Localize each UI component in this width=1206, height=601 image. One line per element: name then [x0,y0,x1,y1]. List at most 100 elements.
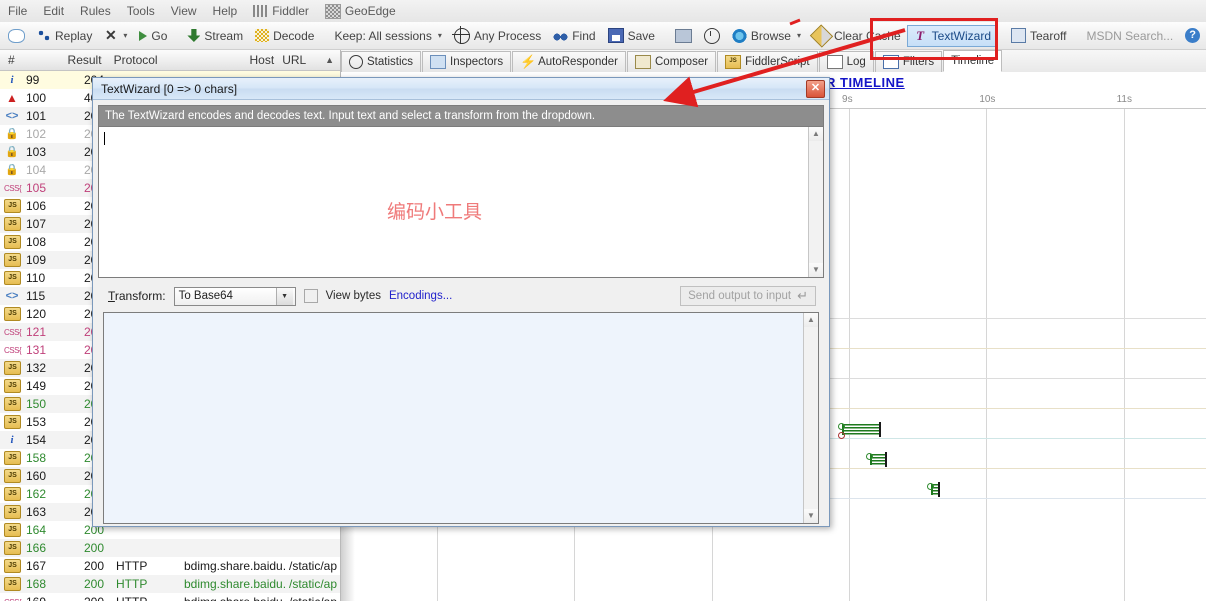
lock-icon: 🔒 [5,127,19,140]
js-icon: JS [4,307,21,321]
camera-icon [674,28,692,43]
toolbar-help-button[interactable]: ? [1179,25,1206,47]
menu-item-file[interactable]: File [0,2,35,20]
row-number: 99 [26,73,40,87]
textwizard-titlebar[interactable]: TextWizard [0 => 0 chars] ✕ [93,78,829,100]
tab-inspectors[interactable]: Inspectors [422,51,512,72]
toolbar-save-button[interactable]: Save [602,25,661,47]
row-number: 132 [26,361,46,375]
menu-item-fiddler[interactable]: Fiddler [245,2,317,20]
chevron-down-icon[interactable]: ▾ [123,31,127,40]
table-row[interactable]: JS 167 200 HTTP bdimg.share.baidu.... /static… [0,557,340,575]
timeline-title: R TIMELINE [826,75,905,90]
row-number: 166 [26,541,46,555]
toolbar-save-label: Save [627,28,655,43]
toolbar-comment-button[interactable] [2,25,31,47]
tab-filters[interactable]: Filters [874,51,943,72]
menu-item-edit[interactable]: Edit [35,2,72,20]
row-type-icon: JS [0,199,22,213]
row-type-icon: JS [0,469,22,483]
menu-item-view[interactable]: View [163,2,205,20]
menu-item-geoedge[interactable]: GeoEdge [317,2,404,21]
toolbar-stream-button[interactable]: Stream [181,25,249,47]
js-icon: JS [4,217,21,231]
toolbar-browse-button[interactable]: Browse ▾ [726,25,807,47]
table-row[interactable]: CSS{169200HTTPbdimg.share.baidu..../stat… [0,593,340,601]
row-type-icon: JS [0,253,22,267]
chevron-down-icon[interactable]: ▼ [275,287,293,305]
chevron-down-icon[interactable]: ▾ [438,31,442,40]
toolbar-find-button[interactable]: Find [547,25,601,47]
row-type-icon: 🔒 [0,128,22,141]
row-type-icon: JS [0,505,22,519]
toolbar-replay-button[interactable]: Replay [31,25,98,47]
toolbar-go-button[interactable]: Go [133,25,173,47]
row-number: 109 [26,253,46,267]
column-header-result[interactable]: Result [45,53,106,67]
row-host: bdimg.share.baidu.... [184,577,285,591]
toolbar-screenshot-button[interactable] [669,25,698,47]
textwizard-input-area[interactable]: 编码小工具 ▲ ▼ [98,126,824,278]
toolbar-decode-button[interactable]: Decode [249,25,320,47]
toolbar-tearoff-button[interactable]: Tearoff [1005,25,1072,47]
return-arrow-icon: ↵ [797,288,808,303]
clear-cache-icon [809,23,834,48]
toolbar-any-process-button[interactable]: Any Process [448,25,547,47]
js-icon: JS [4,487,21,501]
row-type-icon: JS [0,487,22,501]
tab-log[interactable]: Log [818,51,874,72]
row-number: 120 [26,307,46,321]
encodings-link[interactable]: Encodings... [389,290,452,302]
row-protocol: HTTP [108,595,180,601]
column-header-host[interactable]: Host [176,53,278,67]
menu-item-help[interactable]: Help [205,2,246,20]
scroll-up-icon[interactable]: ▲ [804,313,818,327]
toolbar-clear-cache-button[interactable]: Clear Cache [807,23,907,48]
toolbar-remove-button[interactable]: ✕ ▾ [98,25,133,47]
tab-composer[interactable]: Composer [627,51,717,72]
scroll-up-icon[interactable]: ▲ [809,127,823,141]
js-icon: JS [4,199,21,213]
scroll-down-icon[interactable]: ▼ [804,509,818,523]
textwizard-dialog[interactable]: TextWizard [0 => 0 chars] ✕ The TextWiza… [92,77,830,527]
send-output-to-input-button[interactable]: Send output to input ↵ [680,286,816,306]
menu-item-rules[interactable]: Rules [72,2,119,20]
transform-select[interactable]: To Base64 ▼ [173,286,296,306]
view-bytes-label[interactable]: View bytes [326,290,381,302]
toolbar-keep-sessions-button[interactable]: Keep: All sessions ▾ [328,25,447,47]
lock-icon: 🔒 [5,163,19,176]
tab-timeline[interactable]: Timeline [682,50,1206,601]
column-header-number[interactable]: # [0,53,45,67]
sort-caret-icon[interactable]: ▲ [325,55,340,65]
scroll-down-icon[interactable]: ▼ [809,263,823,277]
tab-statistics[interactable]: Statistics [341,51,422,72]
textwizard-body: The TextWizard encodes and decodes text.… [93,100,829,534]
view-bytes-checkbox[interactable] [303,289,318,303]
output-scrollbar[interactable]: ▲ ▼ [803,313,818,523]
row-number: 131 [26,343,46,357]
toolbar-find-label: Find [572,28,596,43]
close-icon[interactable]: ✕ [806,79,825,98]
toolbar-msdn-search-field[interactable]: MSDN Search... [1080,25,1179,47]
timeline-tick-label: 10s [979,94,996,105]
menu-item-tools[interactable]: Tools [119,2,163,20]
input-scrollbar[interactable]: ▲ ▼ [808,127,823,277]
row-type-icon: JS [0,523,22,537]
textwizard-output-area[interactable]: ▲ ▼ [103,312,819,524]
column-header-url[interactable]: URL [278,53,325,67]
timeline-bar[interactable] [842,424,882,435]
menu-bar: File Edit Rules Tools View Help Fiddler … [0,0,1206,23]
toolbar-timer-button[interactable] [698,25,726,47]
toolbar-replay-label: Replay [55,28,93,43]
row-type-icon: JS [0,415,22,429]
session-list-header: # Result Protocol Host URL ▲ [0,50,340,71]
js-icon: JS [4,505,21,519]
row-number: 101 [26,109,46,123]
table-row[interactable]: JS 168 200 HTTP bdimg.share.baidu.... /static… [0,575,340,593]
table-row[interactable]: JS 166 200 [0,539,340,557]
chevron-down-icon[interactable]: ▾ [797,31,801,40]
toolbar-textwizard-button[interactable]: T TextWizard [906,24,997,47]
column-header-protocol[interactable]: Protocol [106,53,176,67]
tab-autoresponder[interactable]: ⚡ AutoResponder [512,51,626,72]
tab-fiddlerscript[interactable]: JS FiddlerScript [717,51,818,72]
